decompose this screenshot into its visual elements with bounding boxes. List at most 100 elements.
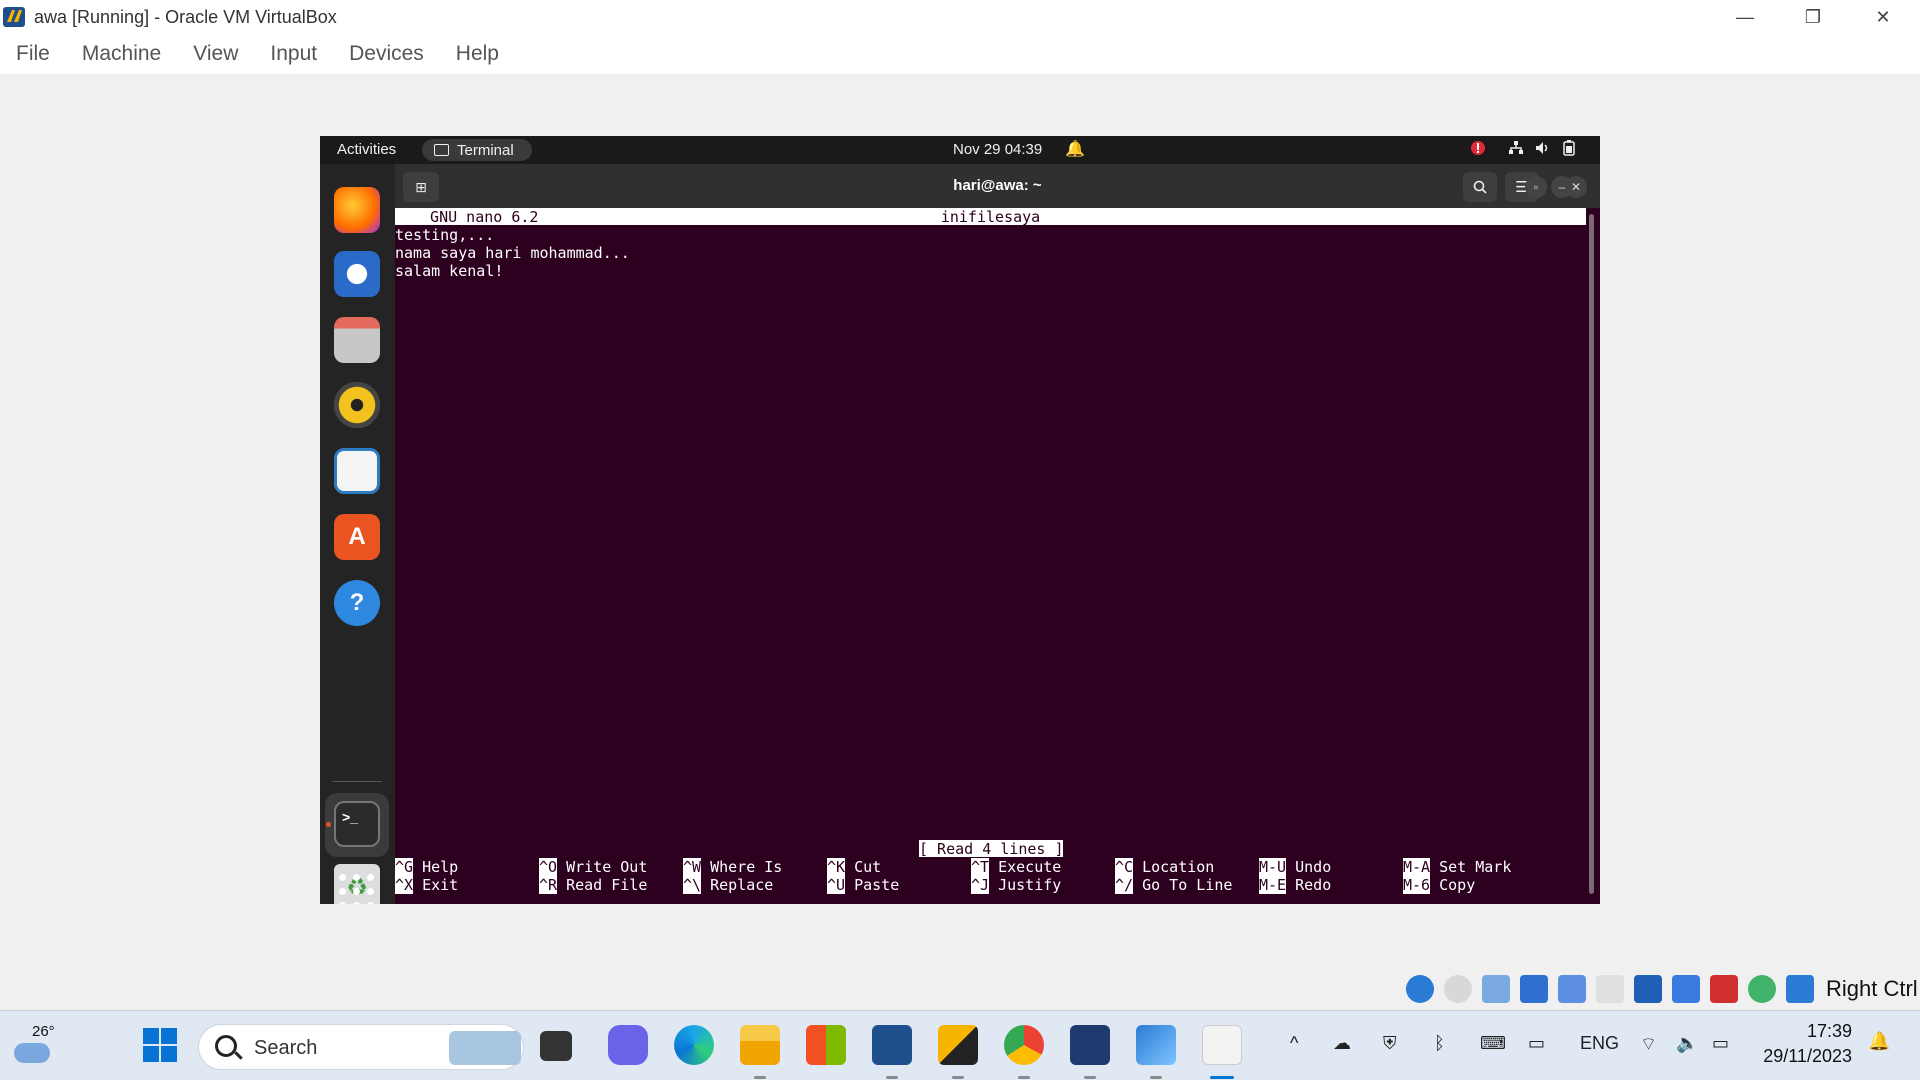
terminal-search-button[interactable] xyxy=(1463,172,1497,202)
terminal-scrollbar[interactable] xyxy=(1589,214,1594,894)
nano-shortcut: ^T Execute xyxy=(971,858,1061,876)
vbox-status-bar xyxy=(1406,972,1824,1006)
terminal-dock-icon[interactable]: >_ xyxy=(334,801,380,847)
alert-icon[interactable] xyxy=(1470,140,1486,160)
ms-store-icon[interactable] xyxy=(806,1025,846,1065)
menu-help[interactable]: Help xyxy=(456,42,499,66)
libreoffice-writer-icon[interactable] xyxy=(334,448,380,494)
onedrive-icon[interactable]: ☁ xyxy=(1333,1033,1351,1054)
text-line[interactable]: testing,... xyxy=(395,226,494,244)
bluetooth-icon[interactable]: ᛒ xyxy=(1434,1033,1445,1054)
menu-machine[interactable]: Machine xyxy=(82,42,161,66)
hard-disk-icon[interactable] xyxy=(1406,975,1434,1003)
nano-header: GNU nano 6.2 inifilesaya xyxy=(395,208,1586,226)
nano-shortcut-key: M-E xyxy=(1259,876,1287,894)
keyboard-icon[interactable]: ⌨ xyxy=(1480,1033,1506,1054)
maximize-icon: ▫ xyxy=(1533,180,1539,194)
speaker-icon[interactable]: 🔈 xyxy=(1676,1033,1698,1054)
chrome-icon[interactable] xyxy=(1004,1025,1044,1065)
network-adapter-icon[interactable] xyxy=(1520,975,1548,1003)
ubuntu-top-bar: Activities Terminal Nov 29 04:39 🔔 xyxy=(320,136,1600,164)
photos-icon[interactable] xyxy=(1136,1025,1176,1065)
taskbar-search[interactable]: Search xyxy=(198,1024,524,1070)
running-indicator xyxy=(886,1076,898,1079)
weather-cloud-icon xyxy=(14,1043,50,1063)
weather-widget[interactable]: 26° xyxy=(14,1023,64,1067)
menu-file[interactable]: File xyxy=(16,42,50,66)
taskbar-time[interactable]: 17:39 xyxy=(1752,1021,1852,1042)
shared-folders-icon[interactable] xyxy=(1596,975,1624,1003)
nano-shortcut-label: Redo xyxy=(1295,876,1332,894)
nano-shortcut-key: M-6 xyxy=(1403,876,1431,894)
nano-editor[interactable]: GNU nano 6.2 inifilesaya testing,... nam… xyxy=(395,208,1600,904)
taskbar-date[interactable]: 29/11/2023 xyxy=(1752,1046,1852,1067)
nano-shortcut-key: ^O xyxy=(539,858,558,876)
nano-shortcut-key: M-A xyxy=(1403,858,1431,876)
search-placeholder: Search xyxy=(254,1037,318,1059)
nano-shortcut: ^K Cut xyxy=(827,858,881,876)
close-button[interactable]: ✕ xyxy=(1848,0,1918,34)
show-hidden-icons-icon[interactable]: ^ xyxy=(1290,1033,1298,1054)
snipping-tool-icon[interactable] xyxy=(1202,1025,1242,1065)
optical-drive-icon[interactable] xyxy=(1444,975,1472,1003)
show-apps-icon[interactable] xyxy=(339,874,375,904)
nano-shortcut-label: Cut xyxy=(854,858,882,876)
task-view-icon[interactable] xyxy=(540,1031,572,1061)
battery-icon[interactable]: ▭ xyxy=(1712,1033,1729,1054)
chat-icon[interactable] xyxy=(608,1025,648,1065)
terminal-app-icon xyxy=(434,144,449,156)
dock-separator xyxy=(332,781,382,782)
active-app-indicator[interactable]: Terminal xyxy=(422,139,532,161)
recording-icon[interactable] xyxy=(1672,975,1700,1003)
nano-shortcut-label: Execute xyxy=(998,858,1062,876)
running-indicator xyxy=(754,1076,766,1079)
nano-shortcut-key: ^W xyxy=(683,858,702,876)
rhythmbox-icon[interactable] xyxy=(334,382,380,428)
usb-icon[interactable] xyxy=(1558,975,1586,1003)
terminal-maximize-button[interactable]: ▫ xyxy=(1525,176,1547,198)
dev-cpp-icon[interactable] xyxy=(1070,1025,1110,1065)
help-icon[interactable]: ? xyxy=(334,580,380,626)
text-line[interactable]: nama saya hari mohammad... xyxy=(395,244,630,262)
file-explorer-icon[interactable] xyxy=(740,1025,780,1065)
menu-view[interactable]: View xyxy=(193,42,238,66)
menu-bar: File Machine View Input Devices Help xyxy=(0,34,1920,74)
text-line[interactable]: salam kenal! xyxy=(395,262,503,280)
display-icon[interactable] xyxy=(1634,975,1662,1003)
app-center-icon[interactable]: A xyxy=(334,514,380,560)
terminal-close-button[interactable]: ✕ xyxy=(1565,176,1587,198)
edge-browser-icon[interactable] xyxy=(674,1025,714,1065)
vm-display[interactable]: Activities Terminal Nov 29 04:39 🔔 A ? > xyxy=(320,136,1600,904)
network-icon[interactable] xyxy=(1508,140,1524,160)
activities-button[interactable]: Activities xyxy=(337,141,396,158)
virtualbox-taskbar-icon[interactable] xyxy=(872,1025,912,1065)
nano-shortcut: ^G Help xyxy=(395,858,458,876)
firefox-icon[interactable] xyxy=(334,187,380,233)
menu-input[interactable]: Input xyxy=(270,42,317,66)
language-indicator[interactable]: ENG xyxy=(1580,1033,1619,1054)
menu-devices[interactable]: Devices xyxy=(349,42,424,66)
files-icon[interactable] xyxy=(334,317,380,363)
nano-shortcut: M-6 Copy xyxy=(1403,876,1475,894)
security-shield-icon[interactable]: ⛨ xyxy=(1383,1033,1397,1054)
nano-shortcut-key: ^J xyxy=(971,876,990,894)
mouse-integration-icon[interactable] xyxy=(1748,975,1776,1003)
restore-button[interactable]: ❐ xyxy=(1778,0,1848,34)
minimize-button[interactable]: — xyxy=(1710,0,1780,34)
sublime-icon[interactable] xyxy=(938,1025,978,1065)
audio-icon[interactable] xyxy=(1482,975,1510,1003)
nano-shortcut-label: Replace xyxy=(710,876,774,894)
wifi-icon[interactable]: ⌔ xyxy=(1640,1033,1657,1056)
cpu-icon[interactable] xyxy=(1710,975,1738,1003)
keyboard-capture-icon[interactable] xyxy=(1786,975,1814,1003)
notification-bell-icon: 🔔 xyxy=(1065,141,1085,158)
clock[interactable]: Nov 29 04:39 xyxy=(953,141,1042,158)
start-button[interactable] xyxy=(140,1025,180,1065)
thunderbird-icon[interactable] xyxy=(334,251,380,297)
battery-icon[interactable] xyxy=(1563,140,1575,160)
tablet-mode-icon[interactable]: ▭ xyxy=(1528,1033,1545,1054)
nano-shortcut: ^R Read File xyxy=(539,876,647,894)
volume-icon[interactable] xyxy=(1534,140,1552,160)
nano-status: [ Read 4 lines ] xyxy=(919,840,1064,858)
notification-icon[interactable]: 🔔 xyxy=(1868,1031,1890,1052)
